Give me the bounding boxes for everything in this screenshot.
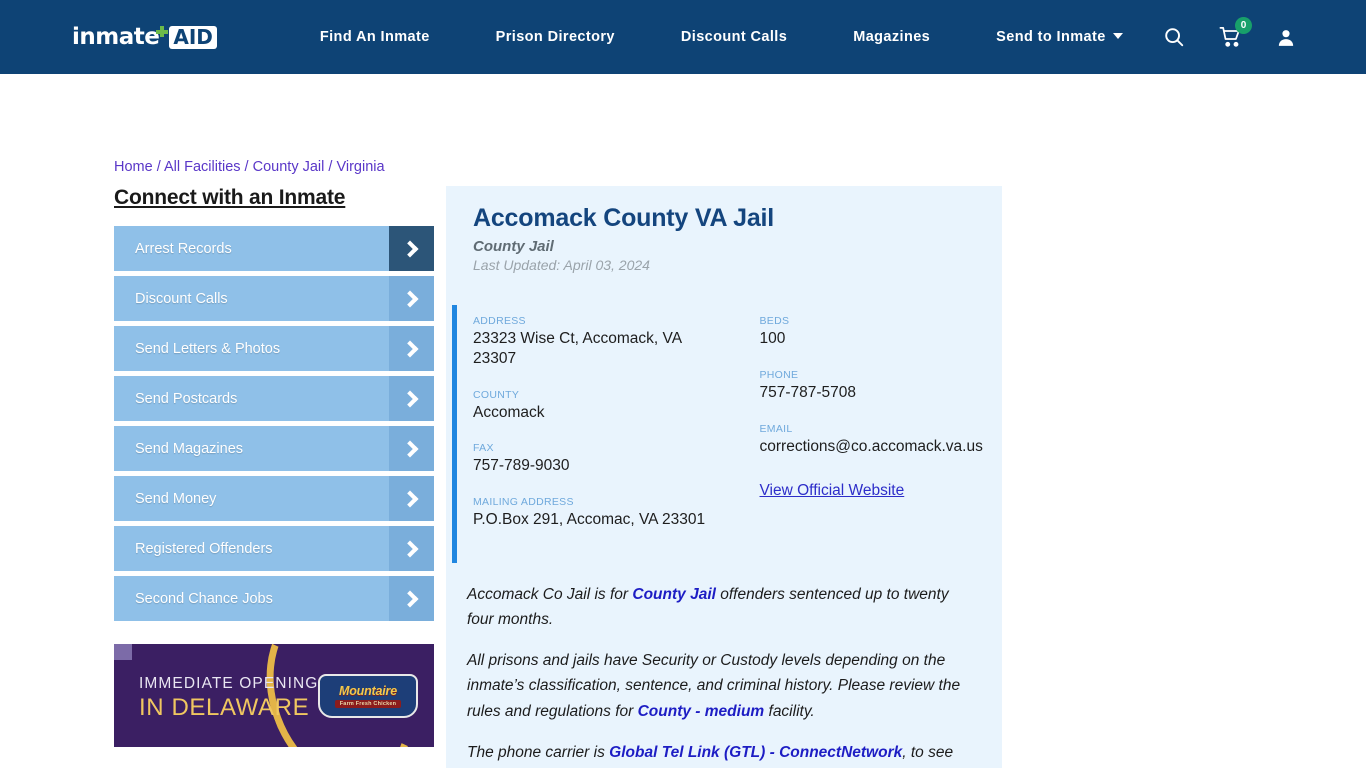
field-phone: PHONE 757-787-5708 <box>760 369 983 403</box>
nav-item-find-an-inmate[interactable]: Find An Inmate <box>287 29 463 45</box>
field-label: PHONE <box>759 368 799 381</box>
breadcrumb-item-county-jail[interactable]: County Jail <box>253 159 325 175</box>
ad-headline-primary: IMMEDIATE OPENING <box>139 675 319 692</box>
field-fax: FAX 757-789-9030 <box>473 442 728 476</box>
chevron-right-icon <box>389 526 434 571</box>
chevron-right-icon <box>389 226 434 271</box>
breadcrumb-separator: / <box>324 159 337 175</box>
field-county: COUNTY Accomack <box>473 389 728 423</box>
field-label: EMAIL <box>759 422 793 435</box>
main-navigation: Find An Inmate Prison Directory Discount… <box>287 29 1135 45</box>
paragraph: The phone carrier is Global Tel Link (GT… <box>467 743 954 761</box>
user-account-icon[interactable] <box>1276 27 1296 48</box>
sidebar-item-label: Send Postcards <box>135 390 238 407</box>
accent-bar <box>452 305 457 563</box>
cross-icon <box>156 26 169 40</box>
sidebar-title: Connect with an Inmate <box>114 186 346 209</box>
sidebar-item-send-money[interactable]: Send Money <box>114 476 434 521</box>
sidebar-item-label: Second Chance Jobs <box>135 590 273 607</box>
field-value: 100 <box>759 330 786 347</box>
search-icon[interactable] <box>1163 26 1185 48</box>
page-title: Accomack County VA Jail <box>473 204 775 232</box>
nav-item-prison-directory[interactable]: Prison Directory <box>463 29 648 45</box>
field-value: P.O.Box 291, Accomac, VA 23301 <box>473 511 706 529</box>
view-official-website-link[interactable]: View Official Website <box>760 482 905 500</box>
nav-item-send-to-inmate[interactable]: Send to Inmate <box>963 29 1135 45</box>
site-logo[interactable]: inmate AID <box>72 22 217 52</box>
sidebar: Connect with an Inmate Arrest Records Di… <box>114 186 434 626</box>
ad-logo-main-text: Mountaire <box>339 684 397 698</box>
field-value: corrections@co.accomack.va.us <box>759 437 983 455</box>
chevron-down-icon <box>1112 33 1123 39</box>
mountaire-logo: Mountaire Farm Fresh Chicken <box>318 674 418 718</box>
paragraph: All prisons and jails have Security or C… <box>467 652 961 720</box>
field-label: FAX <box>473 442 494 455</box>
facility-type: County Jail <box>473 238 554 255</box>
logo-text: inmate <box>72 23 160 50</box>
sidebar-item-second-chance-jobs[interactable]: Second Chance Jobs <box>114 576 434 621</box>
field-label: MAILING ADDRESS <box>473 496 574 509</box>
cart-count-badge: 0 <box>1235 17 1252 34</box>
breadcrumb-item-home[interactable]: Home <box>114 159 153 175</box>
chevron-right-icon <box>389 476 434 521</box>
chevron-right-icon <box>389 326 434 371</box>
sidebar-item-label: Send Letters & Photos <box>135 340 281 357</box>
chevron-right-icon <box>389 576 434 621</box>
facility-info-grid: ADDRESS 23323 Wise Ct, Accomack, VA 2330… <box>473 315 983 550</box>
sidebar-item-label: Arrest Records <box>135 240 232 257</box>
field-beds: BEDS 100 <box>760 315 983 349</box>
ad-logo-sub-text: Farm Fresh Chicken <box>334 700 402 708</box>
field-mailing-address: MAILING ADDRESS P.O.Box 291, Accomac, VA… <box>473 496 728 530</box>
nav-item-send-to-inmate-label: Send to Inmate <box>996 29 1106 45</box>
inline-link[interactable]: County - medium <box>638 703 765 720</box>
facility-info-left-column: ADDRESS 23323 Wise Ct, Accomack, VA 2330… <box>473 315 728 550</box>
inline-link[interactable]: Global Tel Link (GTL) - ConnectNetwork <box>609 744 902 761</box>
field-value: Accomack <box>473 403 545 421</box>
field-address: ADDRESS 23323 Wise Ct, Accomack, VA 2330… <box>473 315 728 369</box>
inline-link[interactable]: County Jail <box>632 586 716 603</box>
ad-corner-decoration <box>114 644 132 660</box>
breadcrumb-separator: / <box>152 159 164 175</box>
sidebar-item-arrest-records[interactable]: Arrest Records <box>114 226 434 271</box>
field-label: COUNTY <box>473 388 520 401</box>
chevron-right-icon <box>389 376 434 421</box>
sidebar-item-discount-calls[interactable]: Discount Calls <box>114 276 434 321</box>
field-value: 23323 Wise Ct, Accomack, VA 23307 <box>473 330 682 367</box>
sidebar-item-label: Discount Calls <box>135 290 228 307</box>
nav-item-magazines[interactable]: Magazines <box>820 29 963 45</box>
sidebar-item-send-magazines[interactable]: Send Magazines <box>114 426 434 471</box>
ad-headline-secondary: IN DELAWARE <box>139 694 310 721</box>
sidebar-item-send-postcards[interactable]: Send Postcards <box>114 376 434 421</box>
facility-card: Accomack County VA Jail County Jail Last… <box>446 186 1002 768</box>
facility-description: Accomack Co Jail is for County Jail offe… <box>446 568 1002 768</box>
chevron-right-icon <box>389 426 434 471</box>
paragraph: Accomack Co Jail is for County Jail offe… <box>467 586 949 629</box>
sidebar-item-label: Send Money <box>135 490 217 507</box>
site-header: inmate AID Find An Inmate Prison Directo… <box>0 0 1366 74</box>
sidebar-item-label: Registered Offenders <box>135 540 273 557</box>
facility-info-block: ADDRESS 23323 Wise Ct, Accomack, VA 2330… <box>446 305 1002 568</box>
field-value: 757-789-9030 <box>473 457 570 475</box>
sidebar-item-send-letters-photos[interactable]: Send Letters & Photos <box>114 326 434 371</box>
advertisement-banner[interactable]: IMMEDIATE OPENING IN DELAWARE Mountaire … <box>114 644 434 747</box>
field-label: ADDRESS <box>473 315 526 327</box>
logo-badge: AID <box>169 25 217 49</box>
field-value: 757-787-5708 <box>759 383 857 401</box>
sidebar-item-label: Send Magazines <box>135 440 244 457</box>
header-actions: 0 <box>1163 17 1296 48</box>
last-updated: Last Updated: April 03, 2024 <box>473 257 650 273</box>
chevron-right-icon <box>389 276 434 321</box>
facility-info-right-column: BEDS 100 PHONE 757-787-5708 EMAIL correc… <box>728 315 983 550</box>
sidebar-item-registered-offenders[interactable]: Registered Offenders <box>114 526 434 571</box>
nav-item-discount-calls[interactable]: Discount Calls <box>648 29 820 45</box>
breadcrumb-item-virginia[interactable]: Virginia <box>336 159 384 175</box>
breadcrumb-item-all-facilities[interactable]: All Facilities <box>164 159 241 175</box>
breadcrumb-separator: / <box>240 159 253 175</box>
field-label: BEDS <box>759 315 790 327</box>
shopping-cart-icon[interactable]: 0 <box>1219 17 1252 48</box>
field-email: EMAIL corrections@co.accomack.va.us <box>760 423 983 457</box>
breadcrumb: Home / All Facilities / County Jail / Vi… <box>114 159 385 175</box>
